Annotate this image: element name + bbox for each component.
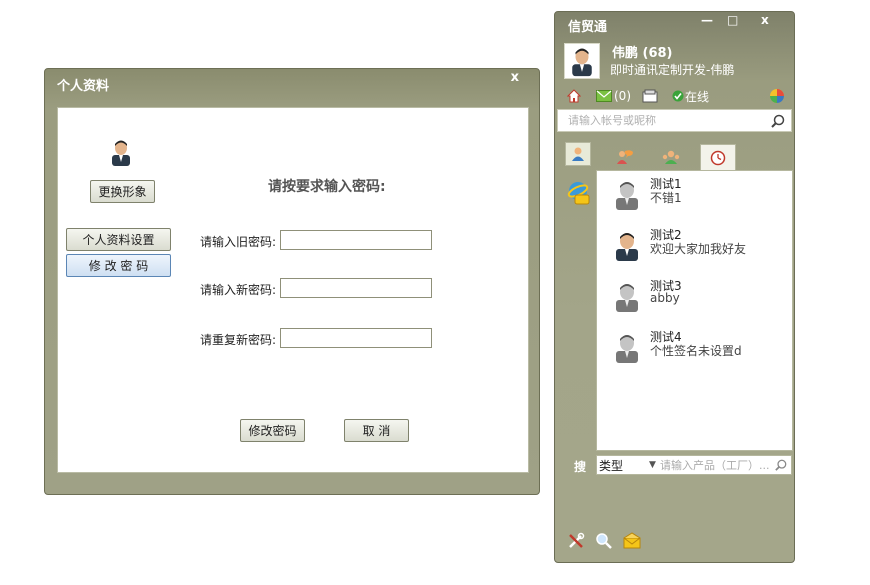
change-avatar-button[interactable]: 更换形象 [90,180,155,203]
contact-item[interactable]: 测试2 欢迎大家加我好友 [597,222,792,272]
contact-signature: 个性签名未设置d [650,344,742,358]
gray-person-icon [616,182,638,210]
man-portrait-icon [572,48,592,77]
tab-recent[interactable] [700,144,736,170]
type-select[interactable]: 类型 [599,457,623,474]
dialog-content-panel: 更换形象 个人资料设置 修 改 密 码 请按要求输入密码: 请输入旧密码: 请输… [57,107,529,473]
my-avatar[interactable] [564,43,600,79]
new-password-label: 请输入新密码: [200,283,277,297]
bottom-toolbar [567,532,641,550]
contact-signature: 欢迎大家加我好友 [650,242,747,256]
tools-icon[interactable] [567,532,585,550]
dialog-title: 个人资料 [57,79,110,94]
ie-chat-icon[interactable] [567,180,591,206]
cancel-button[interactable]: 取 消 [344,419,409,442]
maximize-button[interactable]: □ [727,13,738,27]
group-chat-icon [617,150,633,164]
status-text: 在线 [685,89,710,104]
minimize-button[interactable]: — [701,13,713,27]
window-close-button[interactable]: x [761,13,769,27]
repeat-password-label: 请重复新密码: [200,333,277,347]
mail-button[interactable]: (0) [596,88,631,104]
mail-icon [596,90,612,102]
new-password-input[interactable] [280,278,432,298]
message-envelope-icon[interactable] [623,532,641,550]
profile-settings-button[interactable]: 个人资料设置 [66,228,171,251]
organization-icon [662,150,680,164]
gray-person-icon [616,335,638,363]
contact-search-box [557,109,792,132]
clock-icon [710,150,726,165]
gray-person-icon [616,284,638,312]
contact-person-icon [572,147,584,161]
form-heading: 请按要求输入密码: [268,179,386,195]
user-avatar-icon [112,140,130,166]
man-portrait-icon [616,233,638,261]
tab-groups[interactable] [607,144,643,170]
change-password-nav-button[interactable]: 修 改 密 码 [66,254,171,277]
contact-search-input[interactable] [568,110,768,131]
chevron-down-icon[interactable]: ▼ [649,460,656,470]
find-icon[interactable] [595,532,613,550]
mail-count: (0) [614,89,631,103]
color-palette-icon[interactable] [769,88,785,104]
contact-signature: abby [650,291,680,305]
home-icon[interactable] [567,88,581,104]
my-name: 伟鹏 (68) [612,46,673,61]
tab-contacts[interactable] [565,142,591,166]
contact-list: 测试1 不错1 测试2 欢迎大家加我好友 测试3 abby 测试4 个性签名未设… [596,170,793,451]
messenger-window: 信贸通 — □ x 伟鹏 (68) 即时通讯定制开发-伟鹏 (0) 在线 请输入… [554,11,795,563]
contact-item[interactable]: 测试4 个性签名未设置d [597,324,792,374]
search-icon[interactable] [775,459,787,471]
app-title: 信贸通 [568,20,608,35]
my-signature[interactable]: 即时通讯定制开发-伟鹏 [610,61,734,78]
dialog-close-button[interactable]: x [511,70,519,85]
product-search-input[interactable] [660,457,772,473]
online-check-icon [672,90,684,102]
tab-organization[interactable] [653,144,689,170]
submit-change-password-button[interactable]: 修改密码 [240,419,305,442]
old-password-label: 请输入旧密码: [200,235,277,249]
contact-item[interactable]: 测试1 不错1 [597,171,792,221]
old-password-input[interactable] [280,230,432,250]
profile-dialog: 个人资料 x 更换形象 个人资料设置 修 改 密 码 请按要求输入密码: 请输入… [44,68,540,495]
contact-item[interactable]: 测试3 abby [597,273,792,323]
product-search-row: 类型 ▼ [596,455,792,475]
search-icon[interactable] [771,114,785,128]
repeat-password-input[interactable] [280,328,432,348]
product-search-label: 搜 [574,460,587,474]
message-box-icon[interactable] [642,88,658,104]
contact-signature: 不错1 [650,191,682,205]
status-selector[interactable]: 在线 [672,88,709,104]
